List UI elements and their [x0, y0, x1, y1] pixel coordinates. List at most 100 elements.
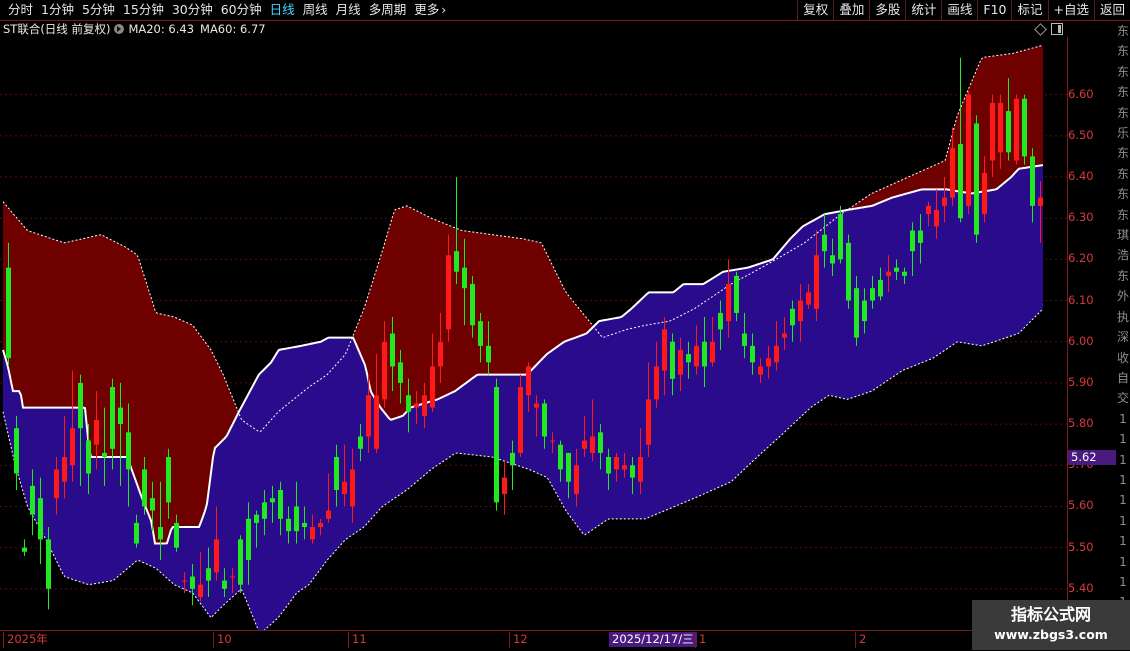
candle-body: [806, 292, 811, 305]
candle-body: [710, 341, 715, 363]
candle-body: [958, 144, 963, 219]
panel-toggle-icon[interactable]: [1051, 23, 1063, 35]
period-tab[interactable]: 1分钟: [41, 1, 74, 19]
candle-body: [774, 345, 779, 363]
side-list-item[interactable]: 自: [1116, 368, 1130, 388]
period-tab[interactable]: 月线: [336, 1, 361, 19]
candle-body: [990, 102, 995, 161]
candle-body: [470, 284, 475, 326]
side-list-item[interactable]: 收: [1116, 348, 1130, 368]
side-list-item[interactable]: 1: [1116, 572, 1130, 592]
side-list-item[interactable]: 1: [1116, 450, 1130, 470]
candle-body: [646, 399, 651, 445]
side-list-item[interactable]: 东: [1116, 205, 1130, 225]
candle-body: [582, 440, 587, 449]
toolbar-button[interactable]: F10: [977, 0, 1011, 20]
period-tab[interactable]: 5分钟: [82, 1, 115, 19]
candle-body: [622, 465, 627, 470]
side-list-item[interactable]: 东: [1116, 184, 1130, 204]
candle-body: [110, 387, 115, 449]
period-tab[interactable]: 15分钟: [123, 1, 164, 19]
candlestick-chart[interactable]: [0, 37, 1068, 630]
side-list-item[interactable]: 东: [1116, 103, 1130, 123]
toolbar-button[interactable]: +自选: [1047, 0, 1094, 20]
candle-body: [150, 498, 155, 511]
side-list-item[interactable]: 执: [1116, 307, 1130, 327]
side-list-item[interactable]: 1: [1116, 511, 1130, 531]
side-list-item[interactable]: 东: [1116, 41, 1130, 61]
side-list-item[interactable]: 东: [1116, 62, 1130, 82]
period-tab[interactable]: 分时: [8, 1, 33, 19]
toolbar-button[interactable]: 叠加: [833, 0, 869, 20]
candle-body: [414, 403, 419, 408]
watermark-title: 指标公式网: [1010, 605, 1091, 624]
side-list-item[interactable]: 东: [1116, 164, 1130, 184]
side-list-item[interactable]: 外: [1116, 286, 1130, 306]
candle-body: [590, 436, 595, 453]
candle-body: [654, 366, 659, 400]
period-tab[interactable]: 60分钟: [221, 1, 262, 19]
cursor-date-label: 2025/12/17/三: [609, 632, 697, 647]
candle-body: [278, 489, 283, 519]
chevron-right-icon[interactable]: ›: [441, 1, 446, 19]
side-list-item[interactable]: 东: [1116, 143, 1130, 163]
toolbar-button[interactable]: 返回: [1093, 0, 1130, 20]
toolbar-button[interactable]: 多股: [869, 0, 905, 20]
candle-body: [742, 333, 747, 346]
play-circle-icon[interactable]: [114, 24, 125, 34]
candle-body: [814, 255, 819, 309]
candle-body: [134, 522, 139, 544]
price-label: 6.50: [1068, 127, 1094, 142]
candle-body: [198, 584, 203, 598]
toolbar-button[interactable]: 复权: [797, 0, 833, 20]
side-list-item[interactable]: 浩: [1116, 245, 1130, 265]
side-list-item[interactable]: 1: [1116, 409, 1130, 429]
candle-body: [838, 214, 843, 260]
candle-body: [630, 465, 635, 478]
side-list-item[interactable]: 交: [1116, 388, 1130, 408]
candle-body: [518, 387, 523, 453]
side-list-item[interactable]: 深: [1116, 327, 1130, 347]
candle-body: [606, 457, 611, 474]
candle-body: [86, 440, 91, 474]
side-list-item[interactable]: 乐: [1116, 123, 1130, 143]
ma20-value: MA20: 6.43: [128, 22, 195, 36]
candle-body: [446, 255, 451, 330]
toolbar-button[interactable]: 画线: [941, 0, 977, 20]
candle-body: [70, 428, 75, 466]
candle-body: [14, 428, 19, 474]
candle-body: [174, 522, 179, 548]
side-list-item[interactable]: 1: [1116, 552, 1130, 572]
period-tab[interactable]: 周线: [303, 1, 328, 19]
toolbar-button[interactable]: 标记: [1011, 0, 1047, 20]
candle-body: [406, 395, 411, 412]
candle-body: [846, 242, 851, 301]
period-tab[interactable]: 多周期: [369, 1, 407, 19]
candle-body: [390, 333, 395, 367]
candle-body: [942, 197, 947, 206]
candle-body: [142, 469, 147, 507]
candle-body: [902, 271, 907, 276]
candle-body: [966, 94, 971, 206]
side-list-item[interactable]: 1: [1116, 429, 1130, 449]
toolbar-button[interactable]: 统计: [905, 0, 941, 20]
candle-body: [766, 358, 771, 367]
side-list-item[interactable]: 东: [1116, 82, 1130, 102]
side-list-item[interactable]: 琪: [1116, 225, 1130, 245]
diamond-icon[interactable]: [1034, 23, 1047, 36]
period-tab[interactable]: 日线: [270, 1, 295, 19]
candle-body: [254, 514, 259, 523]
side-list-item[interactable]: 1: [1116, 470, 1130, 490]
right-tools: 复权 叠加 多股 统计 画线 F10 标记 +自选 返回: [797, 0, 1130, 20]
period-tab[interactable]: 更多: [414, 1, 439, 19]
candle-body: [182, 580, 187, 582]
candle-body: [998, 102, 1003, 153]
current-price-tag: 5.62: [1068, 450, 1119, 465]
side-list-item[interactable]: 1: [1116, 490, 1130, 510]
side-list-item[interactable]: 1: [1116, 531, 1130, 551]
candle-body: [454, 251, 459, 272]
side-list-item[interactable]: 东: [1116, 266, 1130, 286]
candle-body: [22, 547, 27, 552]
period-tab[interactable]: 30分钟: [172, 1, 213, 19]
side-list-item[interactable]: 东: [1116, 21, 1130, 41]
